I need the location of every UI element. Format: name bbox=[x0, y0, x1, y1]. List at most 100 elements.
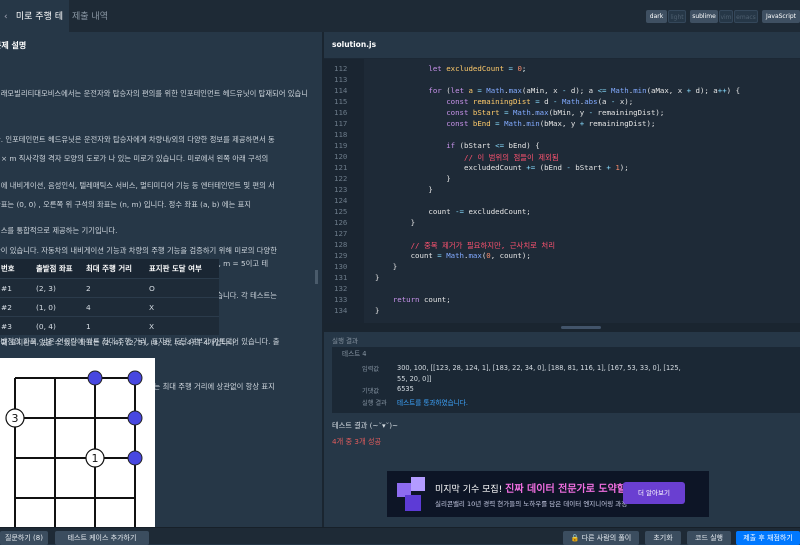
code-line[interactable]: // 중복 제거가 필요하지만, 근사치로 처리 bbox=[375, 240, 555, 251]
line-number: 112 bbox=[334, 64, 348, 73]
text-line: 미래모빌리티대모비스에서는 운전자와 탑승자의 편의를 위한 인포테인먼트 헤드… bbox=[0, 89, 308, 99]
result-header: 실행 결과 bbox=[324, 332, 800, 346]
line-number: 121 bbox=[334, 163, 348, 172]
result-splitter[interactable] bbox=[324, 323, 800, 332]
candidate-point bbox=[127, 370, 143, 386]
table-header: 최대 주행 거리 bbox=[79, 259, 142, 279]
code-editor[interactable]: 112 113 114 115 116 117 118 119 120 121 … bbox=[324, 59, 800, 323]
code-line[interactable]: const remainingDist = d - Math.abs(a - x… bbox=[375, 97, 633, 106]
code-line[interactable]: const bEnd = Math.min(bMax, y + remainin… bbox=[375, 119, 655, 128]
output-value: 테스트를 통과하였습니다. bbox=[397, 399, 468, 407]
code-line[interactable]: } bbox=[375, 273, 379, 282]
test-record-table: 번호 출발점 좌표 최대 주행 거리 표지판 도달 여부 #1 (2, 3) 2… bbox=[0, 259, 219, 335]
line-number: 124 bbox=[334, 196, 348, 205]
line-number-gutter: 112 113 114 115 116 117 118 119 120 121 … bbox=[324, 59, 364, 323]
table-header-row: 번호 출발점 좌표 최대 주행 거리 표지판 도달 여부 bbox=[0, 259, 219, 279]
example-caption: 이때 표지판이 있을 수 있는 좌표는 (2, 4), (2, 5), (3, … bbox=[0, 338, 238, 347]
code-line[interactable]: excludedCount += (bEnd - bStart + 1); bbox=[375, 163, 629, 172]
line-number: 128 bbox=[334, 240, 348, 249]
code-line[interactable]: } bbox=[375, 306, 379, 315]
input-key: 입력값 bbox=[362, 366, 380, 373]
tab-submissions[interactable]: 제출 내역 bbox=[72, 0, 108, 32]
output-key: 실행 결과 bbox=[362, 400, 387, 407]
code-line[interactable]: } bbox=[375, 185, 432, 194]
line-number: 118 bbox=[334, 130, 348, 139]
ad-cube-icon bbox=[397, 477, 425, 511]
table-header: 번호 bbox=[0, 259, 29, 279]
table-cell: (1, 0) bbox=[29, 297, 79, 317]
table-header: 출발점 좌표 bbox=[29, 259, 79, 279]
expected-value: 6535 bbox=[397, 385, 414, 393]
keymap-emacs-toggle[interactable]: emacs bbox=[734, 10, 758, 23]
line-number: 123 bbox=[334, 185, 348, 194]
code-line[interactable]: } bbox=[375, 262, 397, 271]
table-header: 표지판 도달 여부 bbox=[142, 259, 219, 279]
result-score: 4개 중 3개 성공 bbox=[332, 437, 382, 446]
cube bbox=[411, 477, 425, 491]
table-cell: (2, 3) bbox=[29, 278, 79, 298]
cube bbox=[405, 495, 421, 511]
language-select[interactable]: JavaScript bbox=[762, 10, 800, 23]
table-cell: #2 bbox=[0, 297, 29, 317]
bottom-bar: 질문하기 (8) 테스트 케이스 추가하기 🔒 다른 사람의 풀이 초기화 코드… bbox=[0, 527, 800, 545]
candidate-point bbox=[127, 450, 143, 466]
candidate-point bbox=[87, 370, 103, 386]
line-number: 132 bbox=[334, 284, 348, 293]
line-number: 131 bbox=[334, 273, 348, 282]
result-title: 실행 결과 bbox=[332, 337, 358, 345]
section-title: 문제 설명 bbox=[0, 41, 27, 50]
ad-subtitle: 실리콘밸리 10년 경력 현가들의 노하우를 담은 데이터 엔지니어링 과정 bbox=[435, 500, 628, 508]
result-summary: 테스트 결과 (~˘▾˘)~ bbox=[332, 421, 399, 430]
candidate-point bbox=[127, 410, 143, 426]
table-cell: #1 bbox=[0, 278, 29, 298]
keymap-vim-toggle[interactable]: vim bbox=[719, 10, 733, 23]
splitter-grip[interactable] bbox=[561, 326, 601, 329]
maze-diagram: 3 1 bbox=[0, 358, 155, 527]
line-number: 114 bbox=[334, 86, 348, 95]
text-line: 좌표는 (0, 0) , 오른쪽 위 구석의 좌표는 (n, m) 입니다. 정… bbox=[0, 200, 252, 210]
problem-panel: 문제 설명 미래모빌리티대모비스에서는 운전자와 탑승자의 편의를 위한 인포테… bbox=[0, 32, 322, 527]
line-number: 115 bbox=[334, 97, 348, 106]
table-cell: O bbox=[142, 278, 219, 298]
file-name: solution.js bbox=[332, 40, 377, 49]
resize-handle[interactable] bbox=[315, 270, 318, 284]
ad-learn-more-button[interactable]: 더 알아보기 bbox=[623, 482, 685, 504]
line-number: 129 bbox=[334, 251, 348, 260]
maze-grid bbox=[14, 377, 136, 527]
line-number: 134 bbox=[334, 306, 348, 315]
code-line[interactable]: // 이 범위의 점들이 제외됨 bbox=[375, 152, 559, 163]
code-line[interactable]: return count; bbox=[375, 295, 451, 304]
line-number: 125 bbox=[334, 207, 348, 216]
chevron-left-icon[interactable]: ‹ bbox=[4, 0, 13, 34]
code-line[interactable]: for (let a = Math.max(aMin, x - d); a <=… bbox=[375, 86, 740, 95]
line-number: 133 bbox=[334, 295, 348, 304]
lock-icon: 🔒 bbox=[570, 534, 580, 542]
maze-diagram-svg: 3 1 bbox=[5, 370, 143, 527]
top-bar: ‹ 미로 주행 테스트 제출 내역 dark light sublime vim… bbox=[0, 0, 800, 56]
theme-dark-toggle[interactable]: dark bbox=[646, 10, 667, 23]
line-number: 117 bbox=[334, 119, 348, 128]
code-line[interactable]: const bStart = Math.max(bMin, y - remain… bbox=[375, 108, 664, 117]
start-point-label: 1 bbox=[92, 452, 99, 465]
editor-header: solution.js bbox=[324, 32, 800, 59]
table-cell: 4 bbox=[79, 297, 142, 317]
line-number: 130 bbox=[334, 262, 348, 271]
code-line[interactable]: } bbox=[375, 218, 415, 227]
ad-banner[interactable]: 미지막 기수 모집! 진짜 데이터 전문가로 도약할 시간 실리콘밸리 10년 … bbox=[387, 471, 709, 517]
theme-light-toggle[interactable]: light bbox=[668, 10, 686, 23]
tab-problem[interactable]: ‹ 미로 주행 테스트 bbox=[0, 0, 69, 56]
ad-headline: 미지막 기수 모집! 진짜 데이터 전문가로 도약할 시간 bbox=[435, 480, 648, 495]
table-cell: #3 bbox=[0, 316, 29, 335]
code-line[interactable]: count -= excludedCount; bbox=[375, 207, 530, 216]
code-line[interactable]: if (bStart <= bEnd) { bbox=[375, 141, 539, 150]
code-line[interactable]: } bbox=[375, 174, 450, 183]
table-cell: 2 bbox=[79, 278, 142, 298]
table-cell: (0, 4) bbox=[29, 316, 79, 335]
line-number: 116 bbox=[334, 108, 348, 117]
keymap-sublime-toggle[interactable]: sublime bbox=[690, 10, 718, 23]
code-line[interactable]: let excludedCount = 0; bbox=[375, 64, 526, 73]
code-line[interactable]: count = Math.max(0, count); bbox=[375, 251, 531, 260]
line-number: 119 bbox=[334, 141, 348, 150]
start-point-label: 3 bbox=[12, 412, 19, 425]
table-cell: X bbox=[142, 297, 219, 317]
